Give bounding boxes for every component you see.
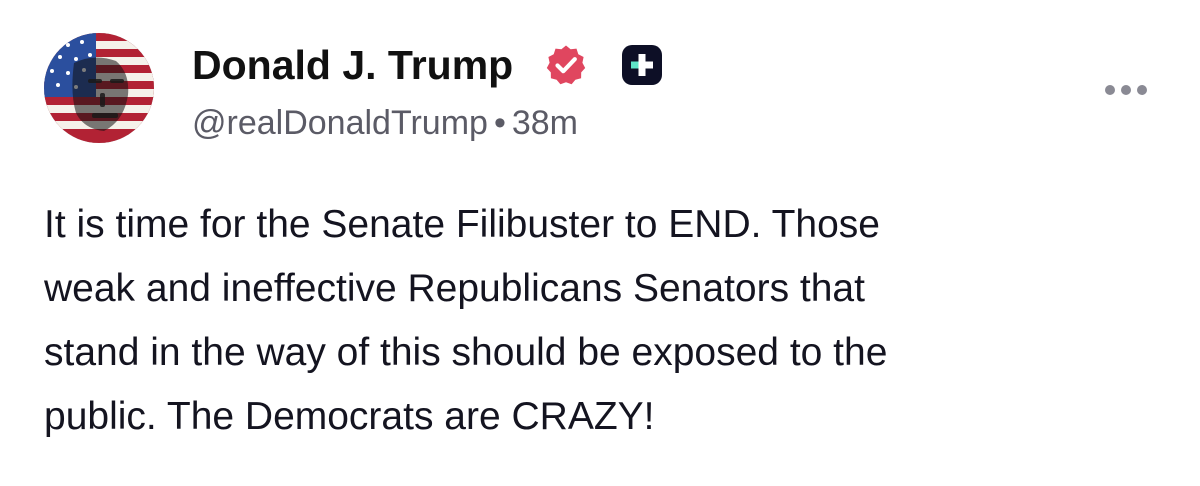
post-meta: @realDonaldTrump • 38m bbox=[192, 101, 578, 145]
verified-badge-icon bbox=[545, 44, 587, 86]
more-options-icon[interactable] bbox=[1098, 74, 1154, 106]
post-timestamp[interactable]: 38m bbox=[512, 104, 578, 142]
truth-plus-icon bbox=[622, 45, 662, 85]
author-display-name[interactable]: Donald J. Trump bbox=[192, 40, 513, 90]
post-card: Donald J. Trump @realDonaldTrump • 38m It … bbox=[0, 0, 1200, 486]
flag-portrait-avatar-icon bbox=[44, 33, 154, 143]
author-handle[interactable]: @realDonaldTrump bbox=[192, 104, 488, 142]
meta-separator: • bbox=[493, 104, 506, 142]
author-avatar[interactable] bbox=[44, 33, 154, 143]
post-text: It is time for the Senate Filibuster to … bbox=[44, 203, 888, 438]
